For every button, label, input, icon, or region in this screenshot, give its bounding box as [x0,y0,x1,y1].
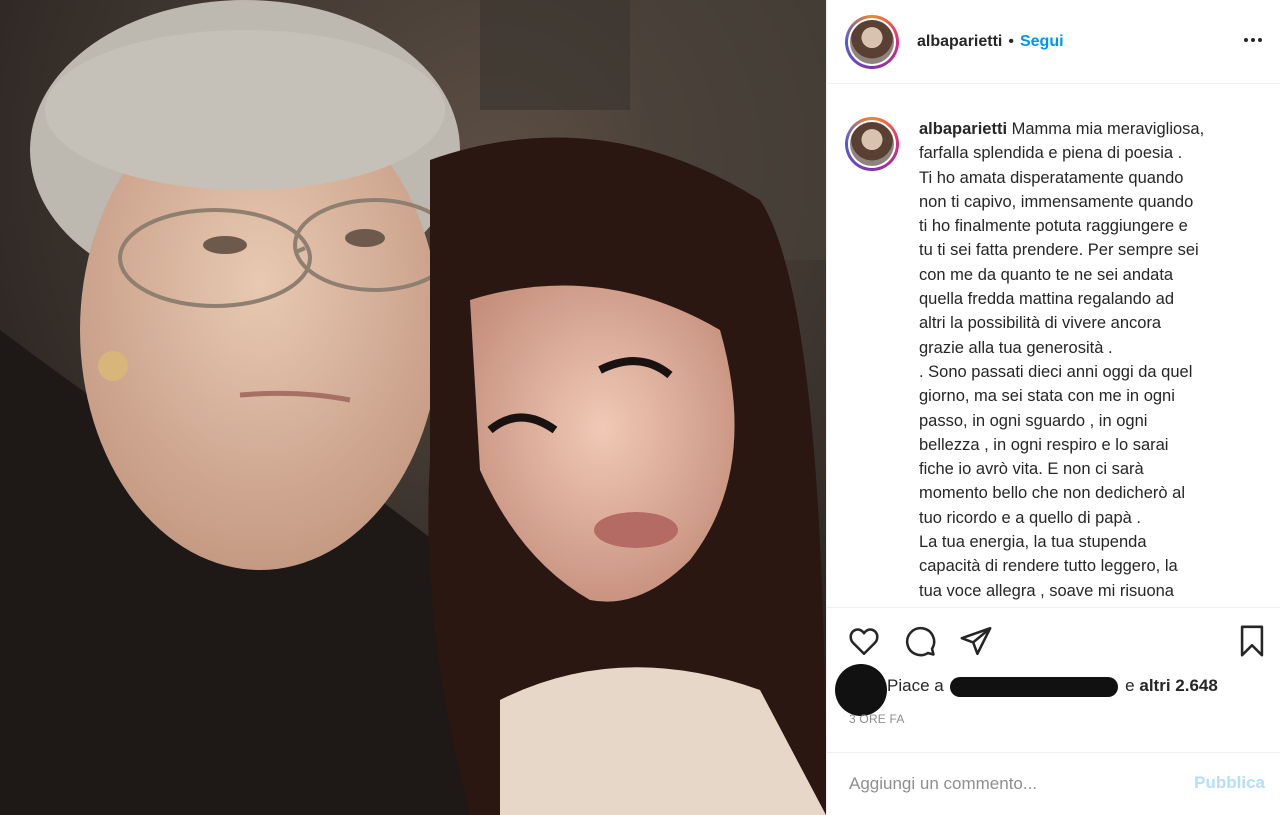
post-photo[interactable] [0,0,826,815]
comment-bar: Pubblica [827,752,1280,815]
caption-line: non ti capivo, immensamente quando [919,192,1194,211]
heart-icon[interactable] [847,624,881,658]
caption-area[interactable]: albaparietti Mamma mia meravigliosa, far… [827,85,1280,607]
caption-line: altri la possibilità di vivere ancora [919,314,1162,333]
redacted-username[interactable] [950,676,1119,697]
caption-line: con me da quanto te ne sei andata [919,265,1174,284]
likes-row: Piace a e altri 2.648 [827,660,1280,716]
caption-line: momento bello che non dedicherò al [919,484,1186,503]
author-avatar-image [850,19,894,64]
likes-count-link[interactable]: altri 2.648 [1139,676,1217,695]
caption-line: Mamma mia meravigliosa, [1011,120,1205,138]
post-timestamp[interactable]: 3 ORE FA [849,712,905,726]
action-bar [827,607,1280,657]
caption-line: tu ti sei fatta prendere. Per sempre sei [919,241,1199,260]
likes-prefix: Piace a [887,676,944,695]
caption-line: fiche io avrò vita. E non ci sarà [919,460,1144,479]
caption-line: Ti ho amata disperatamente quando [919,168,1184,187]
comment-icon[interactable] [903,624,937,658]
caption-line: La tua energia, la tua stupenda [919,533,1147,552]
liker-avatar[interactable] [835,664,887,716]
caption-author-avatar-image [850,122,894,166]
likes-suffix: e [1125,676,1135,695]
post-side-panel: albaparietti • Segui albaparietti Mamma … [826,0,1280,815]
caption-line: farfalla splendida e piena di poesia . [919,144,1183,163]
separator-dot: • [1008,32,1014,50]
caption-line: grazie alla tua generosità . [919,338,1113,357]
post-photo-illustration [0,0,826,815]
caption-line: giorno, ma sei stata con me in ogni [919,387,1175,406]
caption-line: quella fredda mattina regalando ad [919,290,1175,309]
share-icon[interactable] [959,624,993,658]
likes-text: Piace a e altri 2.648 [887,676,1218,697]
more-options-icon[interactable] [1241,28,1265,52]
caption-line: bellezza , in ogni respiro e lo sarai [919,435,1169,454]
caption-line: capacità di rendere tutto leggero, la [919,557,1178,576]
author-avatar[interactable] [845,14,899,69]
author-username[interactable]: albaparietti [917,33,1002,51]
publish-button[interactable]: Pubblica [1194,773,1265,793]
caption-line: tua voce allegra , soave mi risuona [919,581,1174,600]
caption-username[interactable]: albaparietti [919,120,1007,138]
caption-line: ti ho finalmente potuta raggiungere e [919,217,1188,236]
comment-input[interactable] [849,771,1169,797]
bookmark-icon[interactable] [1235,624,1269,658]
follow-button[interactable]: Segui [1020,33,1064,51]
caption-line: tuo ricordo e a quello di papà . [919,508,1141,527]
caption-author-avatar[interactable] [845,117,899,171]
caption-text: albaparietti Mamma mia meravigliosa, far… [919,117,1249,607]
caption-line: passo, in ogni sguardo , in ogni [919,411,1148,430]
caption-line: . Sono passati dieci anni oggi da quel [919,362,1193,381]
post-header: albaparietti • Segui [827,0,1280,84]
